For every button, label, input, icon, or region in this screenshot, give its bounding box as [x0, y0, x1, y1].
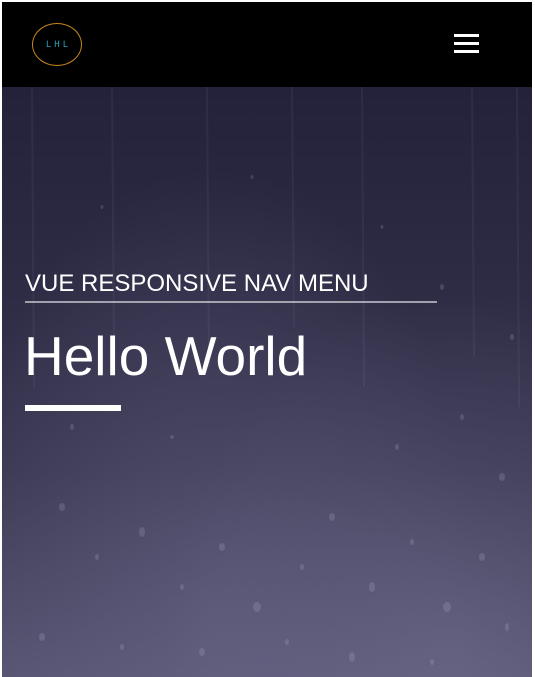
- logo[interactable]: LHL: [32, 23, 82, 66]
- hamburger-menu-icon[interactable]: [454, 34, 479, 56]
- hamburger-bar: [454, 34, 479, 37]
- hamburger-bar: [454, 50, 479, 53]
- navbar: LHL: [2, 2, 532, 87]
- hero-section: VUE RESPONSIVE NAV MENU Hello World: [2, 87, 532, 677]
- hero-subtitle: VUE RESPONSIVE NAV MENU: [25, 270, 437, 303]
- hero-headline: Hello World: [24, 325, 308, 387]
- app-frame: LHL VUE RESPONSIVE NAV MENU Hello World: [2, 2, 532, 677]
- hamburger-bar: [454, 42, 479, 45]
- headline-underline: [25, 405, 121, 411]
- logo-text: LHL: [45, 39, 72, 50]
